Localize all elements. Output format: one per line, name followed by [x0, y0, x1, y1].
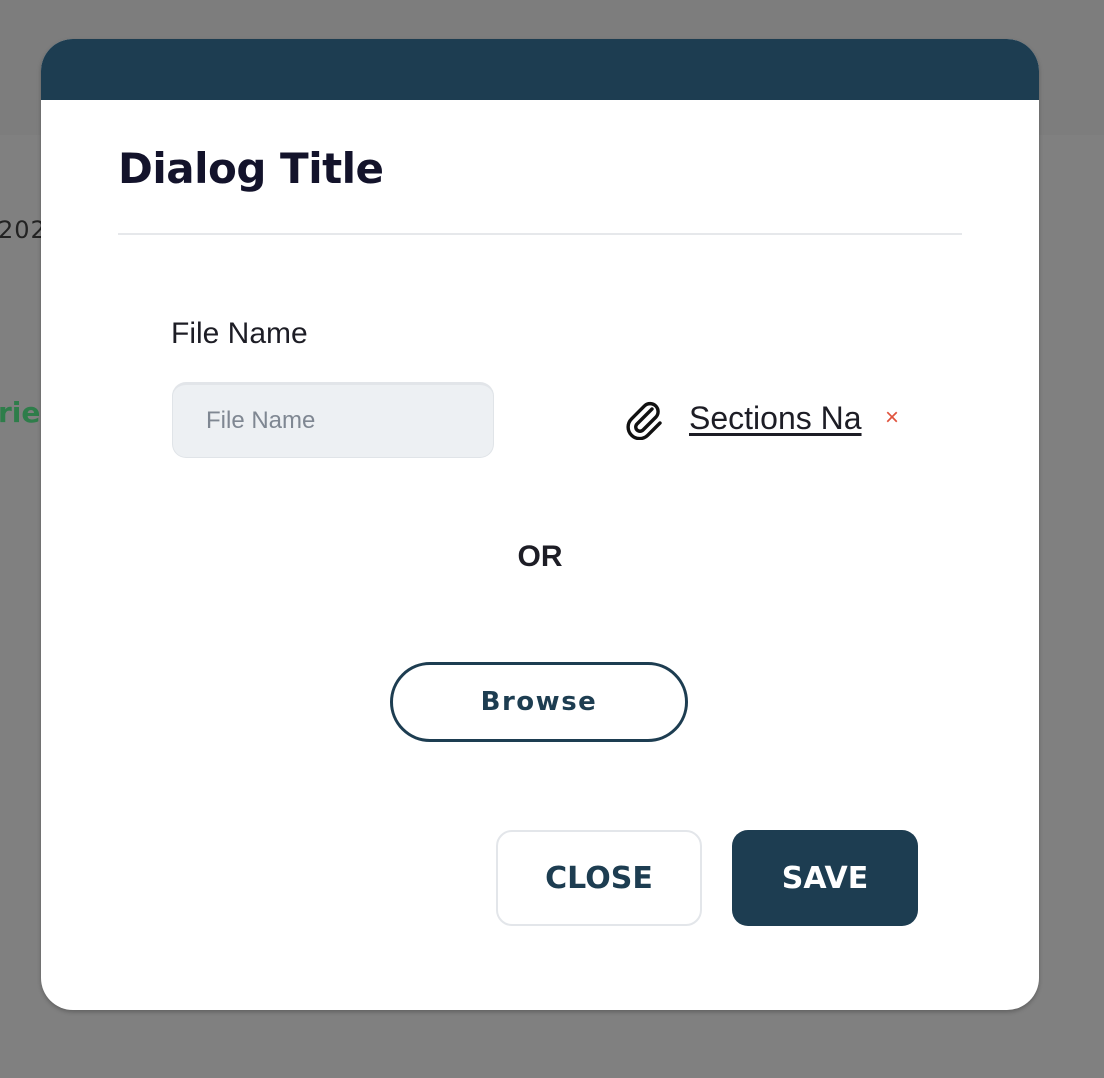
dialog-title: Dialog Title — [118, 144, 384, 193]
background-date-text: 202 — [0, 216, 47, 244]
dialog-header-bar — [41, 39, 1039, 100]
or-separator: OR — [517, 540, 563, 573]
save-button[interactable]: SAVE — [732, 830, 918, 926]
browse-button[interactable]: Browse — [390, 662, 688, 742]
close-button[interactable]: CLOSE — [496, 830, 702, 926]
file-name-input[interactable] — [172, 382, 494, 458]
attached-file-link[interactable]: Sections Na — [689, 396, 867, 440]
remove-attachment-icon[interactable]: × — [882, 402, 902, 434]
file-name-label: File Name — [171, 317, 308, 350]
upload-dialog: Dialog Title File Name Sections Na × OR … — [41, 39, 1039, 1010]
title-divider — [118, 233, 962, 235]
paperclip-icon — [623, 396, 663, 441]
